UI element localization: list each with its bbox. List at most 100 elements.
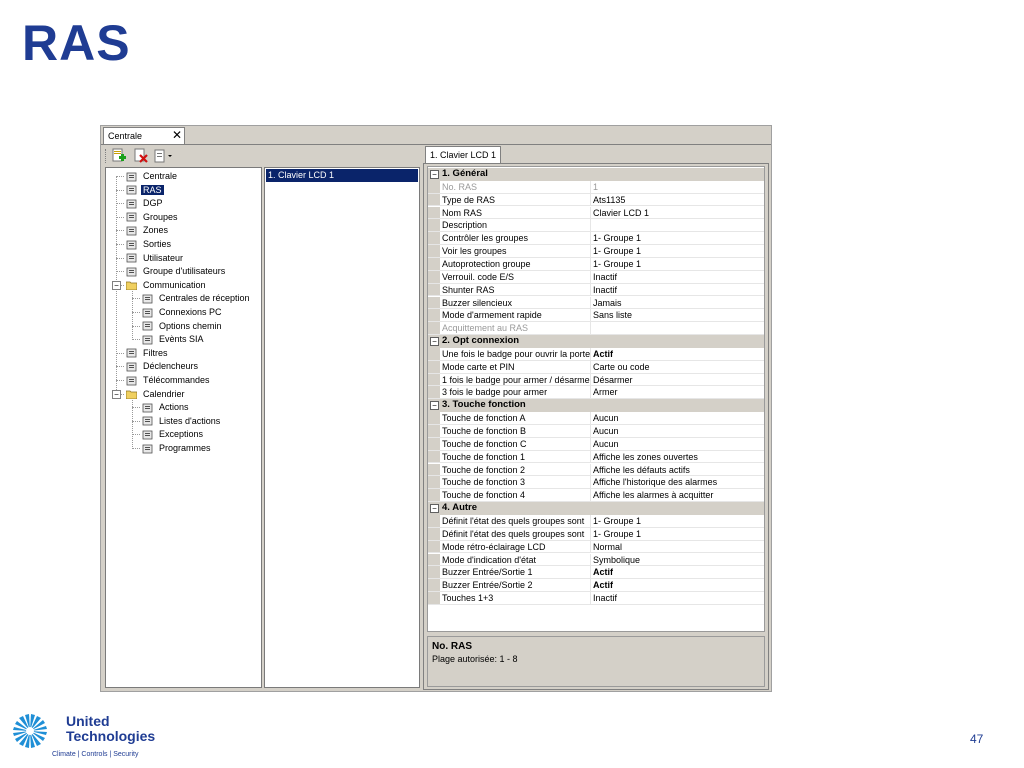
property-value[interactable]: Inactif — [593, 271, 763, 283]
property-value[interactable]: Symbolique — [593, 554, 763, 566]
tree-item[interactable]: Centrale — [126, 170, 179, 183]
pc-icon — [142, 308, 153, 318]
logo-text-line1: United — [66, 713, 110, 729]
property-value[interactable]: 1- Groupe 1 — [593, 232, 763, 244]
tree-item[interactable]: Filtres — [126, 347, 170, 360]
row-gutter — [428, 514, 440, 527]
property-value[interactable]: Affiche les défauts actifs — [593, 464, 763, 476]
property-name: Touche de fonction C — [442, 437, 591, 450]
tree-item[interactable]: Utilisateur — [126, 252, 185, 265]
delete-icon[interactable] — [133, 148, 149, 164]
zones-icon — [126, 226, 137, 236]
tree-item[interactable]: Calendrier — [125, 388, 187, 401]
row-gutter — [428, 437, 440, 450]
row-gutter — [428, 270, 440, 283]
outputs-icon — [126, 240, 137, 250]
tree-item[interactable]: Exceptions — [142, 428, 205, 441]
property-value[interactable]: Carte ou code — [593, 361, 763, 373]
toolbar-grip[interactable] — [105, 149, 108, 163]
property-value[interactable]: Normal — [593, 541, 763, 553]
tree-item[interactable]: Communication — [125, 279, 208, 292]
property-name: Définit l'état des quels groupes sont — [442, 527, 591, 540]
property-name: Nom RAS — [442, 206, 591, 219]
tree-item[interactable]: Groupe d'utilisateurs — [126, 265, 227, 278]
tree-item-label: Zones — [143, 225, 169, 236]
tree-item[interactable]: Zones — [126, 224, 170, 237]
property-value[interactable]: 1- Groupe 1 — [593, 258, 763, 270]
row-gutter — [428, 540, 440, 553]
tree-item[interactable]: Programmes — [142, 442, 213, 455]
property-value[interactable]: Affiche les zones ouvertes — [593, 451, 763, 463]
property-value[interactable]: Affiche les alarmes à acquitter — [593, 489, 763, 501]
property-value[interactable]: 1- Groupe 1 — [593, 528, 763, 540]
row-gutter — [428, 206, 440, 219]
property-value[interactable]: 1- Groupe 1 — [593, 245, 763, 257]
property-name: 1 fois le badge pour armer / désarmer — [442, 373, 591, 386]
property-name: Buzzer Entrée/Sortie 1 — [442, 566, 591, 579]
tab-label: 1. Clavier LCD 1 — [430, 150, 497, 160]
tree-item[interactable]: Listes d'actions — [142, 415, 222, 428]
row-gutter — [428, 527, 440, 540]
property-value[interactable]: Affiche l'historique des alarmes — [593, 476, 763, 488]
property-value[interactable]: Inactif — [593, 284, 763, 296]
tree-item-label: Utilisateur — [143, 252, 184, 263]
property-row: Autoprotection groupe 1- Groupe 1 — [428, 257, 764, 271]
tree-guide-line — [132, 397, 133, 449]
collapse-icon[interactable]: − — [430, 504, 439, 514]
property-value[interactable]: Aucun — [593, 412, 763, 424]
filter-icon — [126, 348, 137, 358]
property-name: Touche de fonction 4 — [442, 489, 591, 502]
property-value[interactable]: Désarmer — [593, 374, 763, 386]
collapse-icon[interactable]: − — [112, 280, 121, 290]
property-name: Verrouil. code E/S — [442, 270, 591, 283]
property-value[interactable]: Actif — [593, 579, 763, 591]
row-gutter — [428, 219, 440, 232]
tree-item[interactable]: RAS — [126, 184, 164, 197]
list-item[interactable]: 1. Clavier LCD 1 — [266, 169, 418, 182]
property-row: Verrouil. code E/S Inactif — [428, 270, 764, 284]
property-value[interactable]: 1- Groupe 1 — [593, 515, 763, 527]
property-row: Mode d'armement rapide Sans liste — [428, 309, 764, 323]
tree-item[interactable]: Actions — [142, 401, 191, 414]
tree-item[interactable]: Options chemin — [142, 320, 224, 333]
property-value[interactable]: Inactif — [593, 592, 763, 604]
properties-dropdown-icon[interactable] — [153, 148, 175, 164]
collapse-icon[interactable]: − — [112, 389, 121, 399]
property-name: Mode rétro-éclairage LCD — [442, 540, 591, 553]
collapse-icon[interactable]: − — [430, 337, 439, 347]
close-icon[interactable]: ✕ — [172, 128, 182, 142]
property-value[interactable]: Armer — [593, 386, 763, 398]
tree-item-label: Groupes — [143, 211, 178, 222]
tree-item[interactable]: Sorties — [126, 238, 173, 251]
tree-item[interactable]: DGP — [126, 197, 165, 210]
company-logo: United Technologies Climate | Controls |… — [10, 712, 180, 764]
collapse-icon[interactable]: − — [430, 401, 439, 411]
tree-item[interactable]: Déclencheurs — [126, 360, 200, 373]
groups-icon — [126, 212, 137, 222]
property-value[interactable]: Aucun — [593, 438, 763, 450]
property-row: Définit l'état des quels groupes sont 1- … — [428, 527, 764, 541]
add-icon[interactable] — [111, 148, 127, 164]
property-value[interactable]: Actif — [593, 566, 763, 578]
row-gutter — [428, 463, 440, 476]
property-value[interactable]: Clavier LCD 1 — [593, 207, 763, 219]
property-row: Description — [428, 219, 764, 233]
property-value[interactable]: Aucun — [593, 425, 763, 437]
property-value[interactable] — [593, 219, 763, 231]
tree-guide-line — [116, 176, 124, 177]
property-row: No. RAS 1 — [428, 180, 764, 194]
property-value[interactable]: Sans liste — [593, 309, 763, 321]
tab-properties[interactable]: 1. Clavier LCD 1 — [425, 146, 501, 163]
property-value[interactable]: Jamais — [593, 297, 763, 309]
property-row: Touches 1+3 Inactif — [428, 592, 764, 605]
tree-item[interactable]: Télécommandes — [126, 374, 212, 387]
property-value[interactable]: Actif — [593, 348, 763, 360]
tree-item[interactable]: Evènts SIA — [142, 333, 206, 346]
property-value[interactable]: Ats1135 — [593, 194, 763, 206]
tree-item[interactable]: Centrales de réception — [142, 292, 252, 305]
tree-item[interactable]: Connexions PC — [142, 306, 224, 319]
tree-guide-line — [116, 257, 124, 259]
tree-item[interactable]: Groupes — [126, 211, 180, 224]
tab-centrale[interactable]: Centrale ✕ — [103, 127, 185, 144]
collapse-icon[interactable]: − — [430, 170, 439, 179]
